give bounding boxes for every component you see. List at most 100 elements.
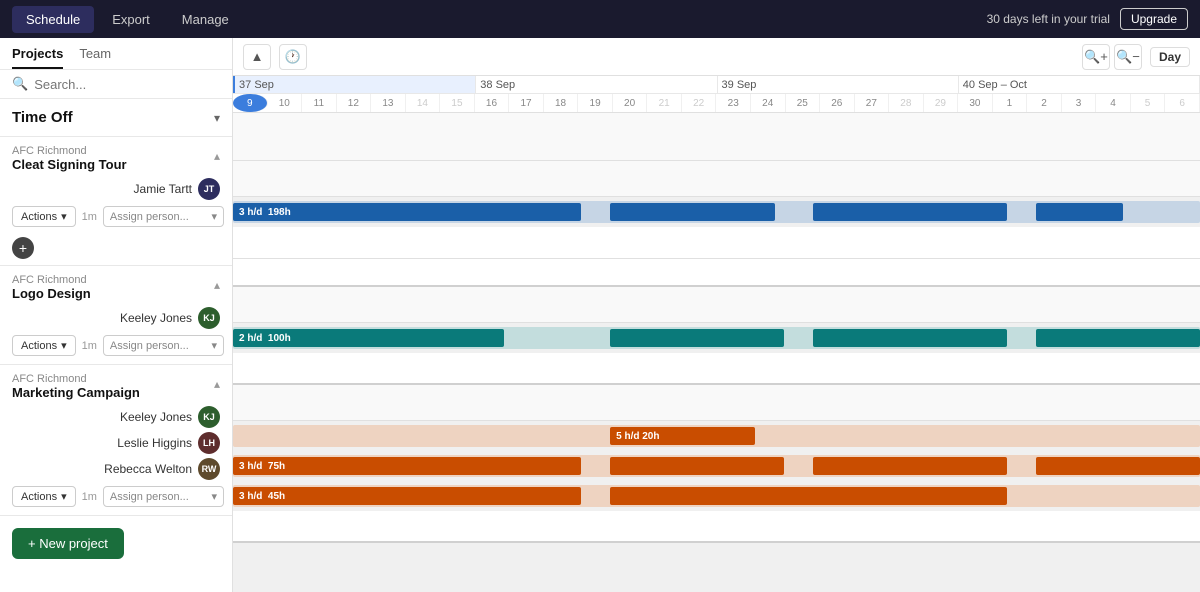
day-cell-30: 30 [958,94,993,112]
gantt-bar-row-2-0: 5 h/d 20h [233,421,1200,451]
zoom-in-button[interactable]: 🔍+ [1082,44,1110,70]
day-cell-15: 15 [440,94,475,112]
actions-label-1: Actions [21,340,57,352]
bar-0-0d[interactable] [1036,203,1123,221]
search-input[interactable] [34,77,220,92]
per-1: 1m [82,340,97,352]
project-header-1: AFC Richmond Logo Design ▴ [0,266,232,305]
assign-placeholder-1: Assign person... [110,340,189,352]
day-cell-10: 10 [268,94,303,112]
gantt-add-row-0 [233,259,1200,287]
nav-right: 30 days left in your trial Upgrade [987,8,1188,30]
week-40: 40 Sep – Oct [959,76,1200,93]
nav-tab-schedule[interactable]: Schedule [12,6,94,33]
project-client-0: AFC Richmond [12,145,127,157]
collapse-icon-0[interactable]: ▴ [214,149,220,163]
actions-chevron-0: ▾ [61,210,67,223]
bar-2-0a[interactable]: 5 h/d 20h [610,427,755,445]
person-name-0-0: Jamie Tartt [8,182,192,196]
time-off-section[interactable]: Time Off ▾ [0,99,232,137]
assign-select-0[interactable]: Assign person... ▾ [103,206,224,227]
bar-2-1d[interactable] [1036,457,1200,475]
day-cell-26: 26 [820,94,855,112]
bar-0-0b[interactable] [610,203,774,221]
avatar-0-0: JT [198,178,220,200]
person-row-2-2: Rebecca Welton RW [0,456,232,482]
clock-button[interactable]: 🕐 [279,44,307,70]
bar-1-0a[interactable]: 2 h/d 100h [233,329,504,347]
gantt-bar-row-1-0: 2 h/d 100h [233,323,1200,353]
assign-select-1[interactable]: Assign person... ▾ [103,335,224,356]
week-month-37: Sep [254,79,274,91]
day-cell-16: 16 [475,94,510,112]
project-info-1: AFC Richmond Logo Design [12,274,91,301]
project-info-2: AFC Richmond Marketing Campaign [12,373,140,400]
tab-team[interactable]: Team [79,46,111,69]
day-view-label[interactable]: Day [1150,47,1190,67]
assign-select-2[interactable]: Assign person... ▾ [103,486,224,507]
zoom-out-button[interactable]: 🔍− [1114,44,1142,70]
new-project-area: + New project [0,516,232,571]
nav-tab-manage[interactable]: Manage [168,6,243,33]
project-name-0: Cleat Signing Tour [12,157,127,172]
week-month-40: Sep – Oct [978,79,1027,91]
bar-1-0d[interactable] [1036,329,1200,347]
day-cell-27: 27 [855,94,890,112]
add-person-button-0[interactable]: + [12,237,34,259]
per-2: 1m [82,491,97,503]
week-num-37: 37 [239,79,251,91]
assign-chevron-2: ▾ [211,490,217,503]
scroll-up-button[interactable]: ▲ [243,44,271,70]
bar-label-0-0a: 3 h/d 198h [239,207,291,218]
actions-button-2[interactable]: Actions ▾ [12,486,76,507]
bar-container-0-0: 3 h/d 198h [233,197,1200,226]
bar-label-1-0a: 2 h/d 100h [239,333,291,344]
bar-0-0a[interactable]: 3 h/d 198h [233,203,581,221]
collapse-icon-1[interactable]: ▴ [214,278,220,292]
person-name-1-0: Keeley Jones [8,311,192,325]
collapse-icon-2[interactable]: ▴ [214,377,220,391]
assign-placeholder-0: Assign person... [110,211,189,223]
tab-projects[interactable]: Projects [12,46,63,69]
actions-row-1: Actions ▾ 1m Assign person... ▾ [0,331,232,364]
week-38: 38 Sep [476,76,717,93]
bar-2-1b[interactable] [610,457,784,475]
day-cell-9: 9 [233,94,268,112]
day-cell-20: 20 [613,94,648,112]
bar-1-0c[interactable] [813,329,1006,347]
bar-2-1a[interactable]: 3 h/d 75h [233,457,581,475]
bar-2-2a[interactable]: 3 h/d 45h [233,487,581,505]
actions-button-1[interactable]: Actions ▾ [12,335,76,356]
day-row: 9101112131415161718192021222324252627282… [233,94,1200,112]
project-section-1: AFC Richmond Logo Design ▴ Keeley Jones … [0,266,232,365]
bar-1-0b[interactable] [610,329,784,347]
upgrade-button[interactable]: Upgrade [1120,8,1188,30]
project-header-2: AFC Richmond Marketing Campaign ▴ [0,365,232,404]
day-cell-21: 21 [647,94,682,112]
sidebar-tab-row: Projects Team [0,38,232,70]
project-name-1: Logo Design [12,286,91,301]
gantt-header: 37 Sep 38 Sep 39 Sep 40 Sep – Oct [233,76,1200,113]
day-cell-25: 25 [786,94,821,112]
bar-0-0c[interactable] [813,203,1006,221]
sidebar-content: Time Off ▾ AFC Richmond Cleat Signing To… [0,99,232,592]
project-section-2: AFC Richmond Marketing Campaign ▴ Keeley… [0,365,232,516]
day-cell-17: 17 [509,94,544,112]
bar-container-1-0: 2 h/d 100h [233,323,1200,352]
day-cell-12: 12 [337,94,372,112]
day-cell-2: 2 [1027,94,1062,112]
bar-label-2-2a: 3 h/d 45h [239,491,285,502]
project-name-2: Marketing Campaign [12,385,140,400]
bar-2-1c[interactable] [813,457,1006,475]
day-cell-3: 3 [1062,94,1097,112]
search-box: 🔍 [0,70,232,99]
day-cell-1: 1 [993,94,1028,112]
bar-2-2c[interactable] [813,487,1006,505]
week-num-39: 39 [722,79,734,91]
day-cell-24: 24 [751,94,786,112]
bar-container-2-1: 3 h/d 75h [233,451,1200,480]
actions-button-0[interactable]: Actions ▾ [12,206,76,227]
nav-tab-export[interactable]: Export [98,6,164,33]
new-project-button[interactable]: + New project [12,528,124,559]
gantt-project-header-2 [233,385,1200,421]
